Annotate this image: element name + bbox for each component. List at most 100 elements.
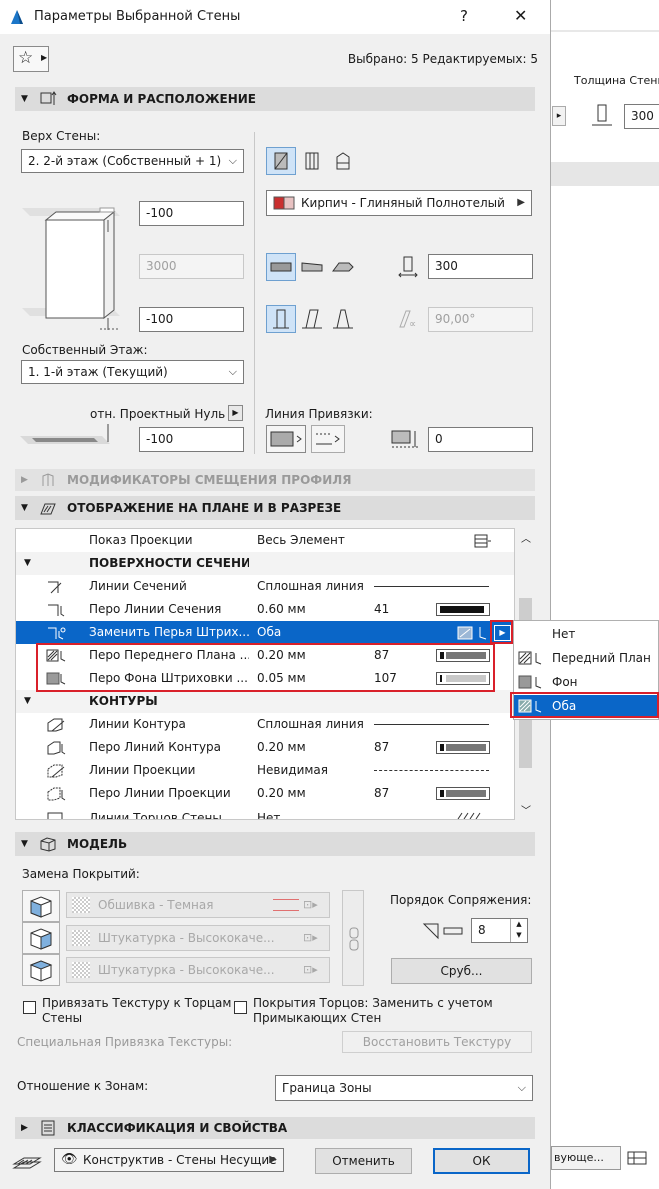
zone-relation-label: Отношение к Зонам: xyxy=(17,1079,149,1093)
table-group-outlines[interactable]: ▼ КОНТУРЫ xyxy=(16,690,514,713)
scroll-up-icon[interactable]: ︿ xyxy=(521,530,531,545)
line-type-preview xyxy=(374,586,489,587)
table-row[interactable]: Линии Контура Сплошная линия xyxy=(16,713,514,736)
surface-override-label: Замена Покрытий: xyxy=(22,867,140,881)
reference-line-offset-input[interactable]: 0 xyxy=(428,427,533,452)
home-story-select[interactable]: 1. 1-й этаж (Текущий) ⌵ xyxy=(21,360,244,384)
surface-side-a-button[interactable] xyxy=(22,890,60,922)
bg-arrow-icon[interactable]: ▸ xyxy=(552,106,566,126)
row-name: Линии Контура xyxy=(89,717,186,731)
section-model-header[interactable]: ▼ МОДЕЛЬ xyxy=(15,832,535,856)
row-value: 0.60 мм xyxy=(257,602,306,616)
texture-align-checkbox[interactable] xyxy=(23,1001,36,1014)
priority-stepper[interactable]: ▲ ▼ xyxy=(510,919,527,942)
table-row[interactable]: Линии Сечений Сплошная линия xyxy=(16,575,514,598)
column-divider xyxy=(254,132,255,454)
surface-edge-select: Штукатурка - Высококаче... ⊡▸ xyxy=(66,957,330,983)
table-row[interactable]: Показ Проекции Весь Элемент xyxy=(16,529,514,552)
reference-line-side-button[interactable] xyxy=(311,425,345,453)
popup-item-background[interactable]: Фон xyxy=(514,671,659,694)
table-row[interactable]: Линии Торцов Стены Нет xyxy=(16,807,514,819)
pen-number: 41 xyxy=(374,602,390,616)
slant-double-button[interactable] xyxy=(328,305,358,333)
link-surfaces-button[interactable] xyxy=(342,890,364,986)
top-offset-input[interactable]: -100 xyxy=(139,201,244,226)
row-value: Оба xyxy=(257,625,282,639)
chevron-right-icon: ▶ xyxy=(41,53,48,62)
collapse-triangle-icon: ▼ xyxy=(24,696,31,706)
zone-relation-select[interactable]: Граница Зоны ⌵ xyxy=(275,1075,533,1101)
layer-select[interactable]: 👁 Конструктив - Стены Несущие ▶ xyxy=(54,1148,284,1172)
help-button[interactable]: ? xyxy=(460,7,468,25)
pen-color-swatch[interactable] xyxy=(436,603,490,616)
slant-vertical-button[interactable] xyxy=(266,305,296,333)
show-on-stories-icon xyxy=(474,534,491,548)
favorites-button[interactable]: ☆ ▶ xyxy=(13,46,49,72)
surface-edge-value: Штукатурка - Высококаче... xyxy=(98,963,275,977)
outline-line-icon xyxy=(47,718,65,732)
bg-panel-icon[interactable] xyxy=(626,1148,648,1168)
surface-edges-button[interactable] xyxy=(22,954,60,986)
polygonal-wall-icon xyxy=(332,262,354,272)
close-button[interactable]: ✕ xyxy=(514,6,527,25)
pen-color-swatch[interactable] xyxy=(436,787,490,800)
row-name: Перо Линии Проекции xyxy=(89,786,231,800)
edge-surfaces-label-a: Покрытия Торцов: Заменить с учетом xyxy=(253,996,493,1010)
geometry-straight-button[interactable] xyxy=(266,253,296,281)
bottom-offset-input[interactable]: -100 xyxy=(139,307,244,332)
wall-height-diagram xyxy=(22,207,120,330)
reference-level-menu-button[interactable]: ▶ xyxy=(228,405,243,421)
edge-surfaces-checkbox[interactable] xyxy=(234,1001,247,1014)
popup-item-none[interactable]: Нет xyxy=(514,623,659,646)
table-row-selected[interactable]: Заменить Перья Штрих... Оба xyxy=(16,621,514,644)
surface-picker-icon: ⊡▸ xyxy=(303,963,318,976)
section-classification-label: КЛАССИФИКАЦИЯ И СВОЙСТВА xyxy=(67,1121,288,1135)
scroll-down-icon[interactable]: ﹀ xyxy=(521,802,531,817)
table-row[interactable]: Линии Проекции Невидимая xyxy=(16,759,514,782)
group-label: КОНТУРЫ xyxy=(89,694,158,708)
log-details-button[interactable]: Сруб... xyxy=(391,958,532,984)
row-value: Сплошная линия xyxy=(257,579,364,593)
surface-b-value: Штукатурка - Высококаче... xyxy=(98,931,275,945)
slant-inclined-button[interactable] xyxy=(297,305,327,333)
section-classification-header[interactable]: ▶ КЛАССИФИКАЦИЯ И СВОЙСТВА xyxy=(15,1117,535,1139)
highlight-arrow-box xyxy=(490,620,513,644)
pen-color-swatch[interactable] xyxy=(436,741,490,754)
override-fill-pens-icon xyxy=(48,627,66,640)
geometry-polygonal-button[interactable] xyxy=(328,253,358,281)
wall-top-select[interactable]: 2. 2-й этаж (Собственный + 1) ⌵ xyxy=(21,149,244,173)
structure-profile-button[interactable] xyxy=(328,147,358,175)
table-row[interactable]: Перо Линии Проекции 0.20 мм 87 xyxy=(16,782,514,805)
popup-item-foreground[interactable]: Передний План xyxy=(514,647,659,670)
geometry-trapezoid-button[interactable] xyxy=(297,253,327,281)
profile-modifier-icon xyxy=(42,473,54,486)
ok-button[interactable]: ОК xyxy=(433,1148,530,1174)
section-modifiers-header[interactable]: ▶ МОДИФИКАТОРЫ СМЕЩЕНИЯ ПРОФИЛЯ xyxy=(15,469,535,491)
surface-side-b-button[interactable] xyxy=(22,922,60,954)
material-select[interactable]: Кирпич - Глиняный Полнотелый ▶ xyxy=(266,190,532,216)
wall-top-value: 2. 2-й этаж (Собственный + 1) xyxy=(28,154,222,168)
selection-info: Выбрано: 5 Редактируемых: 5 xyxy=(347,52,538,66)
row-value: Сплошная линия xyxy=(257,717,364,731)
row-name: Линии Проекции xyxy=(89,763,196,777)
structure-composite-button[interactable] xyxy=(297,147,327,175)
reset-texture-button: Восстановить Текстуру xyxy=(342,1031,532,1053)
bg-bottom-combo[interactable]: вующе... xyxy=(551,1146,621,1170)
reference-line-location-button[interactable] xyxy=(266,425,306,453)
section-display-header[interactable]: ▼ ОТОБРАЖЕНИЕ НА ПЛАНЕ И В РАЗРЕЗЕ xyxy=(15,496,535,520)
texture-swatch-icon xyxy=(72,930,90,946)
cancel-button[interactable]: Отменить xyxy=(315,1148,412,1174)
bg-thickness-input[interactable]: 300 xyxy=(624,104,659,129)
reference-level-input[interactable]: -100 xyxy=(139,427,244,452)
section-shape-header[interactable]: ▼ ФОРМА И РАСПОЛОЖЕНИЕ xyxy=(15,87,535,111)
window-title: Параметры Выбранной Стены xyxy=(34,9,241,24)
row-name: Показ Проекции xyxy=(89,533,193,547)
table-row[interactable]: Перо Линий Контура 0.20 мм 87 xyxy=(16,736,514,759)
chevron-right-icon: ▶ xyxy=(269,1154,277,1165)
table-row[interactable]: Перо Линии Сечения 0.60 мм 41 xyxy=(16,598,514,621)
wall-thickness-input[interactable]: 300 xyxy=(428,254,533,279)
row-name: Перо Линий Контура xyxy=(89,740,222,754)
structure-basic-button[interactable] xyxy=(266,147,296,175)
table-group-cut[interactable]: ▼ ПОВЕРХНОСТИ СЕЧЕНИЯ xyxy=(16,552,514,575)
pen-number: 87 xyxy=(374,786,390,800)
